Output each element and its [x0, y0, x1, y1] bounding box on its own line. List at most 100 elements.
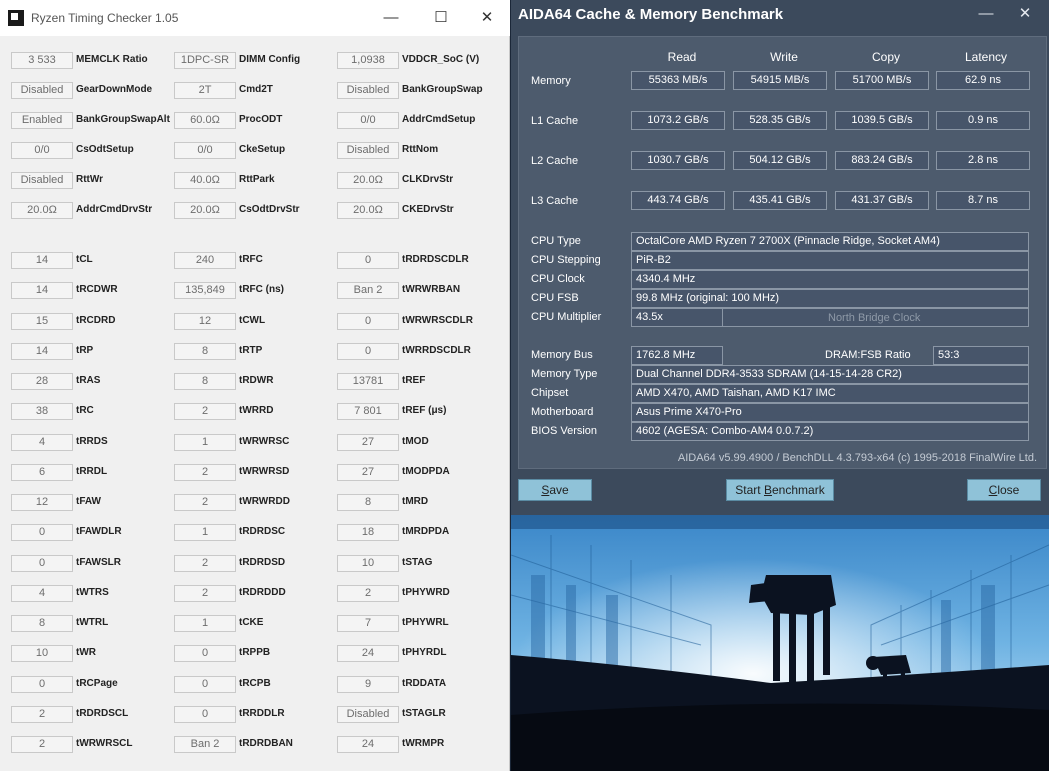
- rtc-titlebar[interactable]: Ryzen Timing Checker 1.05 — ☐ ✕: [0, 0, 510, 36]
- timing-value-field[interactable]: 4: [11, 434, 73, 451]
- timing-label: tRDRDSCDLR: [402, 254, 469, 265]
- timing-value-field[interactable]: 8: [174, 343, 236, 360]
- desktop-wallpaper: [511, 515, 1049, 771]
- rtc-row: 2 tRDRDSCL 0 tRRDDLR Disabled tSTAGLR: [0, 706, 510, 726]
- timing-label: AddrCmdDrvStr: [76, 204, 153, 215]
- timing-label: VDDCR_SoC (V): [402, 54, 480, 65]
- timing-value-field[interactable]: 10: [337, 555, 399, 572]
- timing-value-field[interactable]: Disabled: [11, 82, 73, 99]
- timing-value-field[interactable]: 1: [174, 434, 236, 451]
- maximize-button[interactable]: ☐: [418, 6, 464, 30]
- timing-value-field[interactable]: 0: [337, 252, 399, 269]
- timing-value-field[interactable]: 4: [11, 585, 73, 602]
- timing-value-field[interactable]: 38: [11, 403, 73, 420]
- timing-value-field[interactable]: 7 801: [337, 403, 399, 420]
- timing-value-field[interactable]: 14: [11, 252, 73, 269]
- timing-label: tWRWRBAN: [402, 284, 461, 295]
- timing-value-field[interactable]: 24: [337, 736, 399, 753]
- timing-value-field[interactable]: Enabled: [11, 112, 73, 129]
- rtc-row: Enabled BankGroupSwapAlt 60.0Ω ProcODT 0/0 Ad…: [0, 112, 510, 132]
- timing-value-field[interactable]: 1,0938: [337, 52, 399, 69]
- close-button[interactable]: ✕: [464, 6, 510, 30]
- timing-value-field[interactable]: 2: [337, 585, 399, 602]
- timing-value-field[interactable]: 0: [337, 313, 399, 330]
- timing-value-field[interactable]: Disabled: [11, 172, 73, 189]
- timing-value-field[interactable]: 0/0: [174, 142, 236, 159]
- timing-value-field[interactable]: 1: [174, 615, 236, 632]
- timing-value-field[interactable]: 20.0Ω: [174, 202, 236, 219]
- timing-value-field[interactable]: 2: [174, 585, 236, 602]
- timing-value-field[interactable]: 24: [337, 645, 399, 662]
- timing-value-field[interactable]: 8: [11, 615, 73, 632]
- timing-value-field[interactable]: 0: [174, 645, 236, 662]
- timing-value-field[interactable]: Ban 2: [174, 736, 236, 753]
- timing-value-field[interactable]: 0: [174, 676, 236, 693]
- start-benchmark-button[interactable]: Start Benchmark: [726, 479, 834, 501]
- timing-value-field[interactable]: Disabled: [337, 82, 399, 99]
- bench-result-value: 62.9 ns: [936, 71, 1030, 90]
- timing-value-field[interactable]: 1: [174, 524, 236, 541]
- aida-close-button[interactable]: ✕: [1003, 2, 1047, 26]
- timing-value-field[interactable]: 7: [337, 615, 399, 632]
- minimize-button[interactable]: —: [368, 6, 414, 30]
- aida-minimize-button[interactable]: —: [964, 2, 1008, 26]
- rtc-row: 0 tFAWSLR 2 tRDRDSD 10 tSTAG: [0, 555, 510, 575]
- timing-value-field[interactable]: 135,849: [174, 282, 236, 299]
- rtc-row: 12 tFAW 2 tWRWRDD 8 tMRD: [0, 494, 510, 514]
- timing-value-field[interactable]: Ban 2: [337, 282, 399, 299]
- timing-value-field[interactable]: 27: [337, 434, 399, 451]
- timing-value-field[interactable]: 2: [11, 736, 73, 753]
- timing-value-field[interactable]: 2T: [174, 82, 236, 99]
- timing-value-field[interactable]: 0: [11, 524, 73, 541]
- timing-value-field[interactable]: 8: [337, 494, 399, 511]
- memory-type-value: Dual Channel DDR4-3533 SDRAM (14-15-14-2…: [631, 365, 1029, 384]
- timing-label: tRDDATA: [402, 678, 447, 689]
- timing-label: GearDownMode: [76, 84, 153, 95]
- header-read: Read: [667, 50, 697, 64]
- timing-value-field[interactable]: 0: [11, 555, 73, 572]
- timing-value-field[interactable]: 0: [337, 343, 399, 360]
- timing-label: tCL: [76, 254, 93, 265]
- timing-value-field[interactable]: 2: [174, 464, 236, 481]
- timing-value-field[interactable]: 0: [11, 676, 73, 693]
- timing-value-field[interactable]: 60.0Ω: [174, 112, 236, 129]
- timing-value-field[interactable]: 18: [337, 524, 399, 541]
- timing-value-field[interactable]: 14: [11, 282, 73, 299]
- timing-value-field[interactable]: 240: [174, 252, 236, 269]
- save-button[interactable]: Save: [518, 479, 592, 501]
- timing-value-field[interactable]: 6: [11, 464, 73, 481]
- timing-value-field[interactable]: 9: [337, 676, 399, 693]
- bench-result-value: 54915 MB/s: [733, 71, 827, 90]
- timing-value-field[interactable]: 1DPC-SR: [174, 52, 236, 69]
- timing-value-field[interactable]: 20.0Ω: [337, 202, 399, 219]
- timing-value-field[interactable]: 0/0: [11, 142, 73, 159]
- timing-value-field[interactable]: 2: [174, 494, 236, 511]
- timing-value-field[interactable]: 40.0Ω: [174, 172, 236, 189]
- timing-value-field[interactable]: 3 533: [11, 52, 73, 69]
- aida64-benchmark-window: AIDA64 Cache & Memory Benchmark — ✕ Read…: [511, 0, 1049, 515]
- timing-value-field[interactable]: 20.0Ω: [337, 172, 399, 189]
- timing-value-field[interactable]: 2: [174, 403, 236, 420]
- timing-value-field[interactable]: 12: [174, 313, 236, 330]
- timing-label: tFAWDLR: [76, 526, 122, 537]
- timing-value-field[interactable]: 15: [11, 313, 73, 330]
- close-dialog-button[interactable]: Close: [967, 479, 1041, 501]
- timing-value-field[interactable]: Disabled: [337, 142, 399, 159]
- timing-label: tRDRDSC: [239, 526, 286, 537]
- timing-value-field[interactable]: 14: [11, 343, 73, 360]
- timing-label: RttNom: [402, 144, 439, 155]
- timing-value-field[interactable]: 0/0: [337, 112, 399, 129]
- timing-label: tWR: [76, 647, 96, 658]
- timing-value-field[interactable]: Disabled: [337, 706, 399, 723]
- timing-value-field[interactable]: 10: [11, 645, 73, 662]
- timing-value-field[interactable]: 2: [174, 555, 236, 572]
- timing-value-field[interactable]: 28: [11, 373, 73, 390]
- header-copy: Copy: [871, 50, 900, 64]
- timing-value-field[interactable]: 8: [174, 373, 236, 390]
- timing-value-field[interactable]: 13781: [337, 373, 399, 390]
- timing-value-field[interactable]: 20.0Ω: [11, 202, 73, 219]
- timing-value-field[interactable]: 27: [337, 464, 399, 481]
- timing-value-field[interactable]: 0: [174, 706, 236, 723]
- timing-value-field[interactable]: 12: [11, 494, 73, 511]
- timing-value-field[interactable]: 2: [11, 706, 73, 723]
